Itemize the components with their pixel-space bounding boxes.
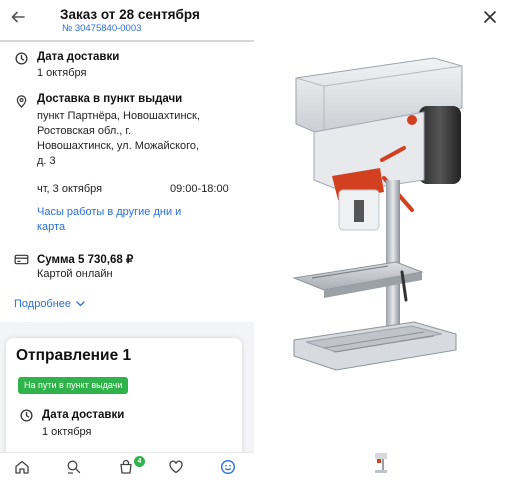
payment-method: Картой онлайн: [37, 268, 113, 280]
pickup-hours: 09:00-18:00: [170, 183, 229, 195]
header-divider: [0, 40, 254, 42]
clock-icon: [15, 52, 28, 65]
pickup-address-line: пункт Партнёра, Новошахтинск,: [37, 110, 200, 122]
other-hours-link[interactable]: Часы работы в другие дни и: [37, 206, 181, 218]
order-title: Заказ от 28 сентября: [60, 7, 200, 22]
heart-icon[interactable]: [168, 459, 184, 475]
clock-icon: [20, 409, 33, 422]
order-details-panel: Заказ от 28 сентября № 30475840-0003 Дат…: [0, 0, 254, 480]
cart-count-badge: 4: [134, 456, 145, 467]
home-icon[interactable]: [14, 459, 30, 475]
catalog-search-icon[interactable]: [66, 459, 82, 475]
pickup-address-line: Новошахтинск, ул. Можайского,: [37, 140, 200, 152]
pickup-address-line: Ростовская обл., г.: [37, 125, 132, 137]
order-number[interactable]: № 30475840-0003: [62, 23, 141, 34]
delivery-date-label: Дата доставки: [37, 51, 120, 63]
more-details-label: Подробнее: [14, 298, 72, 310]
order-header: Заказ от 28 сентября № 30475840-0003: [0, 0, 254, 42]
profile-icon[interactable]: [220, 459, 236, 475]
shipment-title: Отправление 1: [16, 347, 132, 364]
drill-press-image: [292, 57, 463, 371]
shipment-delivery-value: 1 октября: [42, 426, 92, 438]
chevron-down-icon: [74, 298, 85, 310]
close-icon[interactable]: [480, 8, 500, 28]
back-arrow-icon[interactable]: [8, 9, 28, 29]
more-details-link[interactable]: Подробнее: [14, 298, 85, 310]
shipment-delivery-label: Дата доставки: [42, 409, 125, 421]
delivery-date-value: 1 октября: [37, 67, 87, 79]
payment-sum: Сумма 5 730,68 ₽: [37, 254, 134, 266]
card-icon: [14, 254, 29, 265]
pickup-address-line: д. 3: [37, 155, 56, 167]
pickup-label: Доставка в пункт выдачи: [37, 93, 183, 105]
other-hours-link[interactable]: карта: [37, 221, 65, 233]
product-image-panel: [254, 0, 509, 480]
product-thumbnail[interactable]: [374, 452, 388, 474]
cart-icon[interactable]: [118, 459, 134, 475]
pickup-day: чт, 3 октября: [37, 183, 103, 195]
status-badge: На пути в пункт выдачи: [18, 377, 129, 394]
bottom-navigation: 4: [0, 452, 254, 480]
location-pin-icon: [16, 95, 27, 108]
